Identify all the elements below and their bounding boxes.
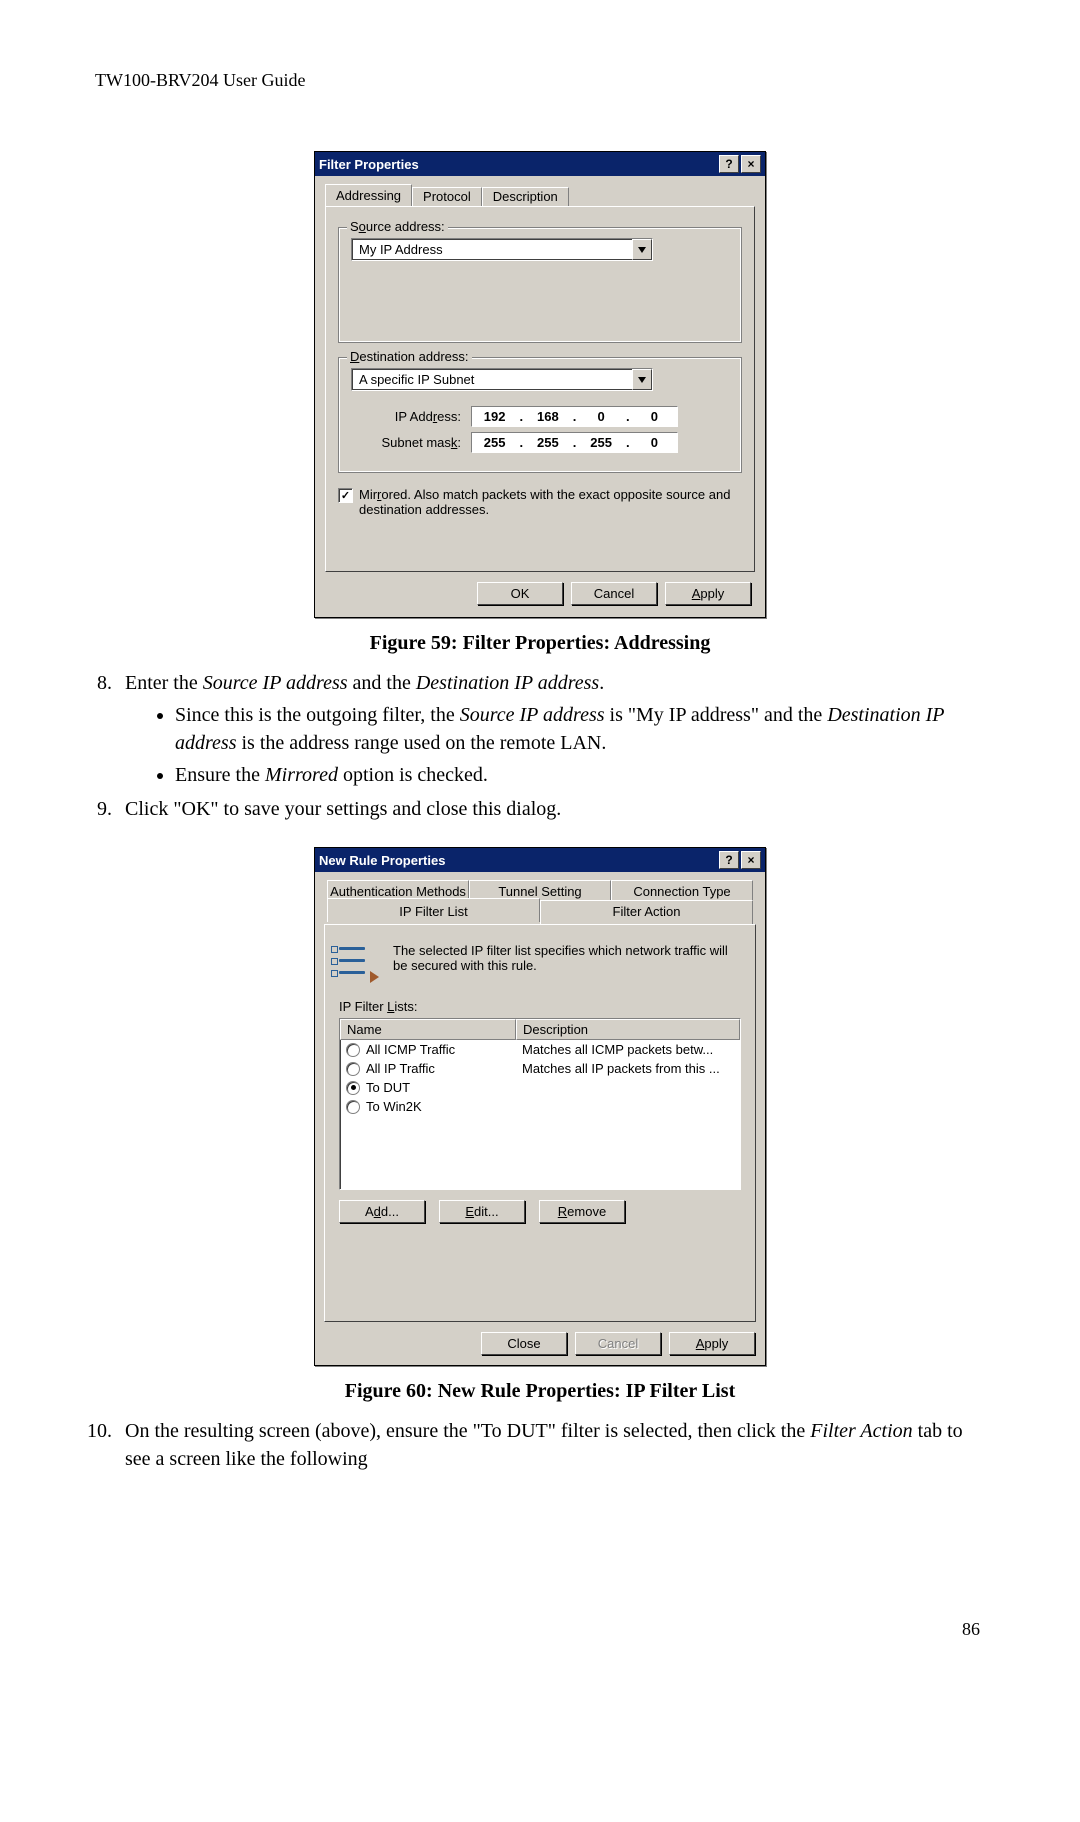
apply-button[interactable]: Apply: [669, 1332, 755, 1355]
help-icon[interactable]: ?: [719, 155, 739, 173]
list-item[interactable]: To Win2K: [340, 1097, 740, 1116]
figure-60-caption: Figure 60: New Rule Properties: IP Filte…: [95, 1380, 985, 1403]
source-address-legend: Source address:: [347, 219, 448, 234]
step-8-bullet-1: Since this is the outgoing filter, the S…: [175, 701, 985, 757]
list-item[interactable]: All IP Traffic Matches all IP packets fr…: [340, 1059, 740, 1078]
remove-button[interactable]: Remove: [539, 1200, 625, 1223]
chevron-down-icon[interactable]: [632, 369, 652, 390]
cancel-button[interactable]: Cancel: [571, 582, 657, 605]
tab-filter-action[interactable]: Filter Action: [540, 900, 753, 924]
list-item[interactable]: All ICMP Traffic Matches all ICMP packet…: [340, 1040, 740, 1059]
step-10: On the resulting screen (above), ensure …: [117, 1417, 985, 1473]
source-address-combo[interactable]: My IP Address: [351, 238, 653, 261]
source-address-fieldset: Source address: My IP Address: [338, 227, 742, 343]
dest-address-fieldset: Destination address: A specific IP Subne…: [338, 357, 742, 473]
tab-protocol[interactable]: Protocol: [412, 187, 482, 207]
titlebar: New Rule Properties ? ×: [315, 848, 765, 872]
help-icon[interactable]: ?: [719, 851, 739, 869]
figure-59-caption: Figure 59: Filter Properties: Addressing: [95, 632, 985, 655]
subnet-mask-label: Subnet mask:: [351, 435, 471, 450]
radio-icon[interactable]: [346, 1081, 360, 1095]
mirrored-label: Mirrored. Also match packets with the ex…: [359, 487, 742, 517]
ip-filter-list-box[interactable]: Name Description All ICMP Traffic Matche…: [339, 1018, 741, 1190]
new-rule-properties-dialog: New Rule Properties ? × Authentication M…: [314, 847, 766, 1366]
tab-description[interactable]: Description: [482, 187, 569, 207]
ip-address-label: IP Address:: [351, 409, 471, 424]
radio-icon[interactable]: [346, 1100, 360, 1114]
tab-row: Addressing Protocol Description: [325, 184, 755, 207]
mirrored-checkbox[interactable]: ✓: [338, 488, 353, 503]
dest-address-legend: Destination address:: [347, 349, 472, 364]
ok-button[interactable]: OK: [477, 582, 563, 605]
close-button[interactable]: Close: [481, 1332, 567, 1355]
tab-connection-type[interactable]: Connection Type: [611, 880, 753, 902]
column-name[interactable]: Name: [340, 1019, 516, 1040]
radio-icon[interactable]: [346, 1062, 360, 1076]
list-item[interactable]: To DUT: [340, 1078, 740, 1097]
titlebar: Filter Properties ? ×: [315, 152, 765, 176]
subnet-mask-input[interactable]: 255. 255. 255. 0: [471, 432, 678, 453]
filter-list-icon: [339, 939, 375, 981]
add-button[interactable]: Add...: [339, 1200, 425, 1223]
radio-icon[interactable]: [346, 1043, 360, 1057]
info-text: The selected IP filter list specifies wh…: [393, 939, 741, 973]
window-title: New Rule Properties: [319, 853, 445, 868]
page-header: TW100-BRV204 User Guide: [95, 70, 985, 91]
page-number: 86: [962, 1619, 980, 1640]
cancel-button: Cancel: [575, 1332, 661, 1355]
apply-button[interactable]: Apply: [665, 582, 751, 605]
dest-address-value: A specific IP Subnet: [352, 369, 632, 390]
ip-address-input[interactable]: 192. 168. 0. 0: [471, 406, 678, 427]
close-icon[interactable]: ×: [741, 155, 761, 173]
column-description[interactable]: Description: [516, 1019, 740, 1040]
close-icon[interactable]: ×: [741, 851, 761, 869]
ip-filter-lists-label: IP Filter Lists:: [339, 999, 741, 1014]
dest-address-combo[interactable]: A specific IP Subnet: [351, 368, 653, 391]
tab-addressing[interactable]: Addressing: [325, 184, 412, 207]
step-8-bullet-2: Ensure the Mirrored option is checked.: [175, 761, 985, 789]
step-8: Enter the Source IP address and the Dest…: [117, 669, 985, 789]
chevron-down-icon[interactable]: [632, 239, 652, 260]
tab-ip-filter-list[interactable]: IP Filter List: [327, 898, 540, 922]
window-title: Filter Properties: [319, 157, 419, 172]
source-address-value: My IP Address: [352, 239, 632, 260]
step-9: Click "OK" to save your settings and clo…: [117, 795, 985, 823]
filter-properties-dialog: Filter Properties ? × Addressing Protoco…: [314, 151, 766, 618]
edit-button[interactable]: Edit...: [439, 1200, 525, 1223]
